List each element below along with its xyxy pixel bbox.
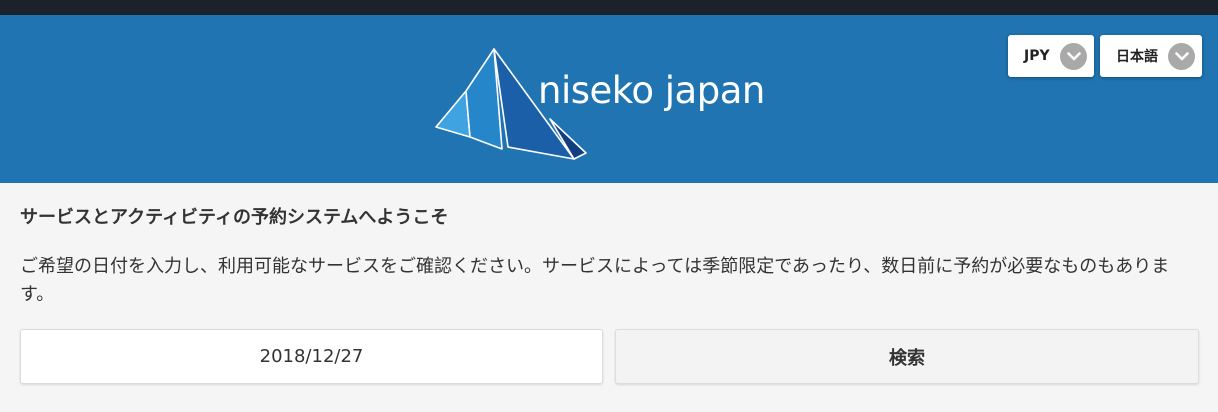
page-description: ご希望の日付を入力し、利用可能なサービスをご確認ください。サービスによっては季節…: [20, 256, 1170, 305]
page-title: サービスとアクティビティの予約システムへようこそ: [20, 207, 449, 228]
top-bar: [0, 0, 1218, 15]
niseko-logo[interactable]: niseko japan: [432, 45, 792, 165]
currency-label: JPY: [1024, 48, 1050, 64]
site-header: niseko japan JPY 日本語: [0, 15, 1218, 183]
chevron-down-icon: [1060, 43, 1087, 70]
date-field[interactable]: [20, 329, 603, 384]
currency-dropdown[interactable]: JPY: [1008, 35, 1094, 77]
language-dropdown[interactable]: 日本語: [1100, 35, 1202, 77]
search-button[interactable]: 検索: [615, 329, 1199, 384]
chevron-down-icon: [1168, 43, 1195, 70]
language-label: 日本語: [1116, 49, 1158, 65]
logo-wordmark: niseko japan: [538, 69, 765, 112]
